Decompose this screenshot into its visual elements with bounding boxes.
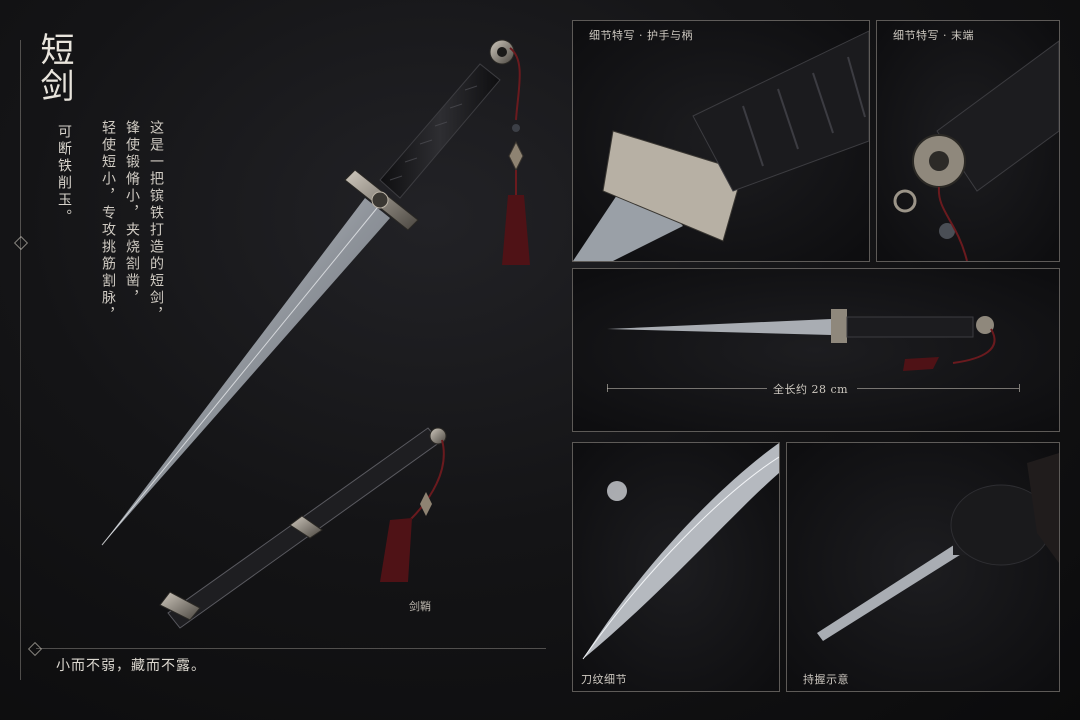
panel-label: 刀纹细节 [581, 673, 627, 686]
diamond-ornament-icon [13, 235, 29, 251]
blade-pattern-image [582, 443, 779, 660]
panel-label: 细节特写 · 末端 [893, 29, 974, 42]
diamond-ornament-icon [27, 641, 43, 657]
pommel-closeup-image [893, 40, 1059, 261]
scabbard-illustration [159, 427, 447, 629]
measure-tick [1019, 384, 1020, 392]
measure-line-left [607, 388, 767, 389]
panel-guard-grip: 细节特写 · 护手与柄 [572, 20, 870, 262]
panel-pommel: 细节特写 · 末端 [876, 20, 1060, 262]
guard-grip-closeup-image [573, 30, 869, 261]
bottom-rule [36, 648, 546, 649]
dagger-tassel [502, 47, 530, 265]
bottom-motto: 小而不弱，藏而不露。 [56, 658, 206, 674]
panel-label: 持握示意 [803, 673, 849, 686]
motto-vertical: 可断铁削玉。 [56, 124, 72, 226]
panel-full-view: 全长约 28 cm [572, 268, 1060, 432]
page-title: 短剑 [34, 32, 74, 104]
dagger-grip [379, 63, 501, 199]
main-dagger-illustration [101, 39, 530, 629]
full-dagger-image [607, 309, 996, 371]
length-measure-label: 全长约 28 cm [773, 383, 849, 396]
measure-line-right [857, 388, 1019, 389]
title-vertical-rule [20, 40, 21, 680]
scabbard-label: 剑鞘 [409, 600, 431, 613]
panel-grip-demo: 持握示意 [786, 442, 1060, 692]
measure-tick [607, 384, 608, 392]
panel-label: 细节特写 · 护手与柄 [589, 29, 693, 42]
grip-demo-image [817, 453, 1059, 641]
dagger-pommel [489, 39, 515, 65]
panel-blade-pattern: 刀纹细节 [572, 442, 780, 692]
